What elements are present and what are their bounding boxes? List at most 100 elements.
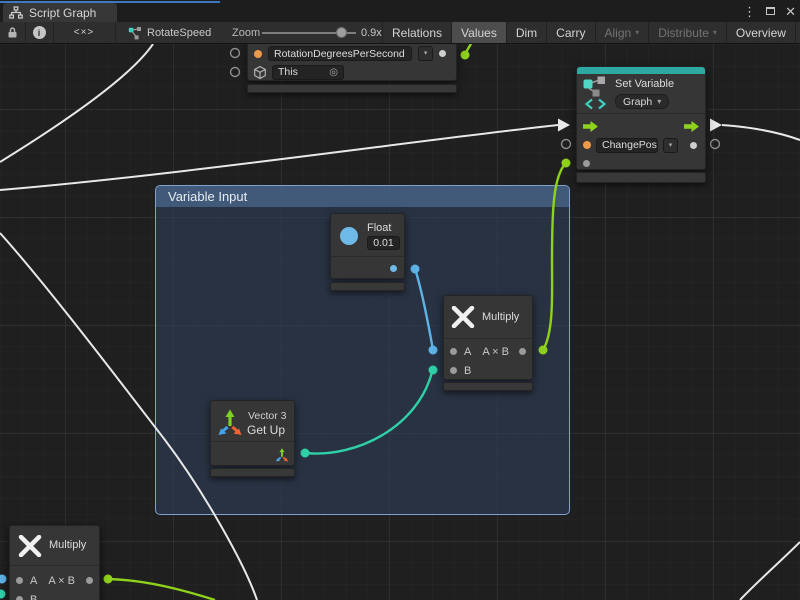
variable-dropdown-button[interactable]: ▾ bbox=[418, 46, 433, 61]
distribute-dropdown[interactable]: Distribute ▾ bbox=[648, 22, 726, 43]
input-b-port[interactable] bbox=[16, 596, 23, 600]
flow-in-arrow-icon[interactable] bbox=[583, 121, 598, 132]
graph-toolbar: i <×> RotateSpeed Zoom 0.9x Relations Va… bbox=[0, 22, 800, 44]
script-graph-window: Script Graph ⋮ ✕ i <×> bbox=[0, 0, 800, 600]
tab-bar: Script Graph ⋮ ✕ bbox=[0, 0, 800, 22]
float-output-port[interactable] bbox=[390, 265, 397, 272]
gameobject-cube-icon bbox=[253, 65, 267, 80]
wire-white-to-setvariable bbox=[0, 125, 558, 190]
node-get-variable[interactable]: RotationDegreesPerSecond ▾ This ◎ bbox=[247, 44, 457, 93]
node-title: Set Variable bbox=[615, 78, 674, 90]
group-title: Variable Input bbox=[168, 189, 247, 204]
kebab-menu-icon[interactable]: ⋮ bbox=[743, 5, 756, 18]
node-multiply[interactable]: Multiply A A × B B bbox=[443, 295, 533, 392]
tab-title: Script Graph bbox=[29, 6, 96, 20]
float-value-input[interactable]: 0.01 bbox=[367, 236, 400, 250]
variable-port[interactable] bbox=[583, 141, 591, 149]
value-output-port[interactable] bbox=[690, 142, 697, 149]
variable-name-dropdown[interactable]: ChangePos bbox=[596, 138, 658, 153]
breadcrumb-label: RotateSpeed bbox=[147, 27, 211, 39]
node-vector3-get-up[interactable]: Vector 3 Get Up bbox=[210, 400, 295, 478]
wire-white-topleft bbox=[0, 44, 153, 162]
code-preview-button[interactable]: <×> bbox=[53, 22, 116, 43]
node-footer bbox=[247, 84, 457, 93]
zoom-value: 0.9x bbox=[361, 22, 382, 43]
code-icon: <×> bbox=[74, 27, 95, 38]
lock-button[interactable] bbox=[0, 22, 26, 43]
divider bbox=[331, 256, 404, 257]
vector3-axes-icon bbox=[217, 407, 243, 436]
input-a-label: A bbox=[30, 575, 37, 587]
graph-canvas[interactable]: Variable Input bbox=[0, 44, 800, 600]
variable-dropdown-button[interactable]: ▾ bbox=[663, 138, 678, 153]
value-output-port[interactable] bbox=[439, 50, 446, 57]
zoom-label: Zoom bbox=[232, 22, 260, 43]
divider bbox=[211, 441, 294, 442]
wire-white-bottomright bbox=[740, 542, 800, 600]
input-a-port[interactable] bbox=[450, 348, 457, 355]
node-float-literal[interactable]: Float 0.01 bbox=[330, 213, 405, 292]
flow-input-arrow[interactable] bbox=[558, 119, 570, 132]
overview-button[interactable]: Overview bbox=[726, 22, 795, 43]
dim-button[interactable]: Dim bbox=[506, 22, 546, 43]
full-screen-button[interactable]: Full Screen bbox=[795, 22, 800, 43]
node-title: Get Up bbox=[247, 423, 285, 437]
input-b-label: B bbox=[30, 594, 37, 600]
result-output-port[interactable] bbox=[519, 348, 526, 355]
result-label: A × B bbox=[482, 346, 509, 358]
variable-port[interactable] bbox=[254, 50, 262, 58]
node-kind: Vector 3 bbox=[248, 410, 287, 422]
object-picker-icon[interactable]: ◎ bbox=[329, 67, 338, 78]
set-variable-icon bbox=[583, 76, 609, 110]
node-multiply-2[interactable]: Multiply A A × B B bbox=[9, 525, 100, 600]
divider bbox=[10, 565, 99, 566]
toolbar-buttons: Relations Values Dim Carry Align ▾ Distr… bbox=[382, 22, 800, 43]
divider bbox=[577, 113, 705, 114]
breadcrumb-rotate-speed[interactable]: RotateSpeed bbox=[128, 22, 211, 43]
chevron-down-icon: ▾ bbox=[424, 50, 428, 57]
divider bbox=[444, 338, 532, 339]
chevron-down-icon: ▾ bbox=[713, 29, 717, 37]
node-title: Multiply bbox=[49, 539, 86, 551]
close-icon[interactable]: ✕ bbox=[785, 5, 796, 18]
result-label: A × B bbox=[48, 575, 75, 587]
vector3-output-port[interactable] bbox=[275, 447, 289, 462]
input-b-label: B bbox=[464, 365, 471, 377]
input-a-port[interactable] bbox=[16, 577, 23, 584]
values-button[interactable]: Values bbox=[451, 22, 506, 43]
chevron-down-icon: ▾ bbox=[657, 98, 661, 106]
flow-output-arrow[interactable] bbox=[710, 119, 722, 132]
node-title: Float bbox=[367, 222, 391, 234]
maximize-icon[interactable] bbox=[766, 7, 775, 15]
node-set-variable[interactable]: Set Variable Graph ▾ C bbox=[576, 66, 706, 183]
zoom-slider-handle[interactable] bbox=[336, 27, 347, 38]
group-header[interactable]: Variable Input bbox=[156, 186, 569, 207]
tab-script-graph[interactable]: Script Graph bbox=[3, 3, 117, 22]
node-footer bbox=[210, 468, 295, 477]
mini-graph-icon bbox=[128, 26, 142, 40]
chevron-down-icon: ▾ bbox=[669, 142, 673, 149]
graph-icon bbox=[9, 6, 23, 19]
value-input-port[interactable] bbox=[583, 160, 590, 167]
inspect-button[interactable]: i bbox=[25, 22, 54, 43]
align-dropdown[interactable]: Align ▾ bbox=[595, 22, 649, 43]
wire-multiply2-output bbox=[108, 579, 215, 600]
node-title: Multiply bbox=[482, 311, 519, 323]
variable-name-dropdown[interactable]: RotationDegreesPerSecond bbox=[268, 46, 412, 61]
float-icon bbox=[340, 227, 358, 245]
multiply-x-icon bbox=[18, 535, 42, 557]
info-icon: i bbox=[33, 26, 46, 39]
wire-green-stub bbox=[465, 44, 471, 55]
variable-scope-dropdown[interactable]: Graph ▾ bbox=[615, 94, 669, 109]
flow-out-arrow-icon[interactable] bbox=[684, 121, 699, 132]
input-b-port[interactable] bbox=[450, 367, 457, 374]
carry-button[interactable]: Carry bbox=[546, 22, 594, 43]
node-footer bbox=[330, 282, 405, 291]
chevron-down-icon: ▾ bbox=[635, 29, 639, 37]
result-output-port[interactable] bbox=[86, 577, 93, 584]
target-object-field[interactable]: This ◎ bbox=[272, 65, 344, 80]
lock-icon bbox=[7, 26, 18, 39]
node-footer bbox=[443, 382, 533, 391]
input-a-label: A bbox=[464, 346, 471, 358]
relations-button[interactable]: Relations bbox=[382, 22, 451, 43]
